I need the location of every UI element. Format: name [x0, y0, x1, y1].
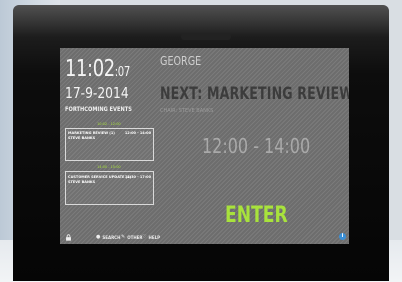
clock-time: 11:02	[65, 56, 115, 82]
footer-help-label: HELP	[148, 234, 161, 240]
event-title: MARKETING REVIEW (1)	[68, 131, 115, 135]
meeting-panel: GEORGE NEXT: MARKETING REVIEW CHAIR: STE…	[158, 48, 349, 244]
clock: 11:02:07	[65, 56, 130, 82]
next-meeting-title: NEXT: MARKETING REVIEW	[160, 84, 349, 104]
meeting-time-range: 12:00 - 14:00	[202, 134, 311, 158]
user-name: GEORGE	[160, 54, 202, 68]
enter-button[interactable]: ENTER	[225, 203, 288, 228]
event-title: CUSTOMER SERVICE UPDATE (2)	[68, 175, 132, 179]
device-screen: 11:02:07 17-9-2014 FORTHCOMING EVENTS 10…	[60, 48, 349, 244]
help-icon: ♡	[142, 234, 147, 240]
pencil-icon: ✎	[121, 234, 126, 240]
footer-other-label: OTHER	[127, 234, 143, 240]
event-card[interactable]: CUSTOMER SERVICE UPDATE (2) 14:30 - 17:0…	[65, 171, 154, 205]
event-card[interactable]: MARKETING REVIEW (1) 12:00 - 14:00 STEVE…	[65, 128, 154, 161]
event-time: 12:00 - 14:00	[124, 131, 151, 135]
event-time-label: 14:00 - 15:00	[97, 165, 121, 169]
event-host: STEVE BANKS	[68, 180, 96, 184]
footer-search-label: SEARCH	[102, 234, 121, 240]
event-time: 14:30 - 17:00	[124, 175, 151, 179]
camera-notch	[181, 33, 231, 40]
search-icon: ●	[96, 234, 101, 240]
lock-icon[interactable]	[65, 234, 72, 241]
date: 17-9-2014	[65, 84, 129, 102]
footer-other[interactable]: ✎ OTHER	[121, 234, 143, 240]
footer-search[interactable]: ● SEARCH	[96, 234, 120, 240]
forthcoming-title: FORTHCOMING EVENTS	[65, 106, 132, 113]
clock-seconds: :07	[114, 65, 131, 80]
left-panel: 11:02:07 17-9-2014 FORTHCOMING EVENTS 10…	[60, 48, 155, 244]
info-icon[interactable]: i	[339, 233, 346, 240]
event-host: STEVE BANKS	[68, 136, 96, 140]
meeting-chair: CHAIR: STEVE BANKS	[160, 108, 214, 114]
event-time-label: 10:02 - 12:00	[97, 122, 121, 126]
footer-bar: ● SEARCH ✎ OTHER ♡ HELP i	[60, 231, 349, 244]
footer-help[interactable]: ♡ HELP	[142, 234, 160, 240]
